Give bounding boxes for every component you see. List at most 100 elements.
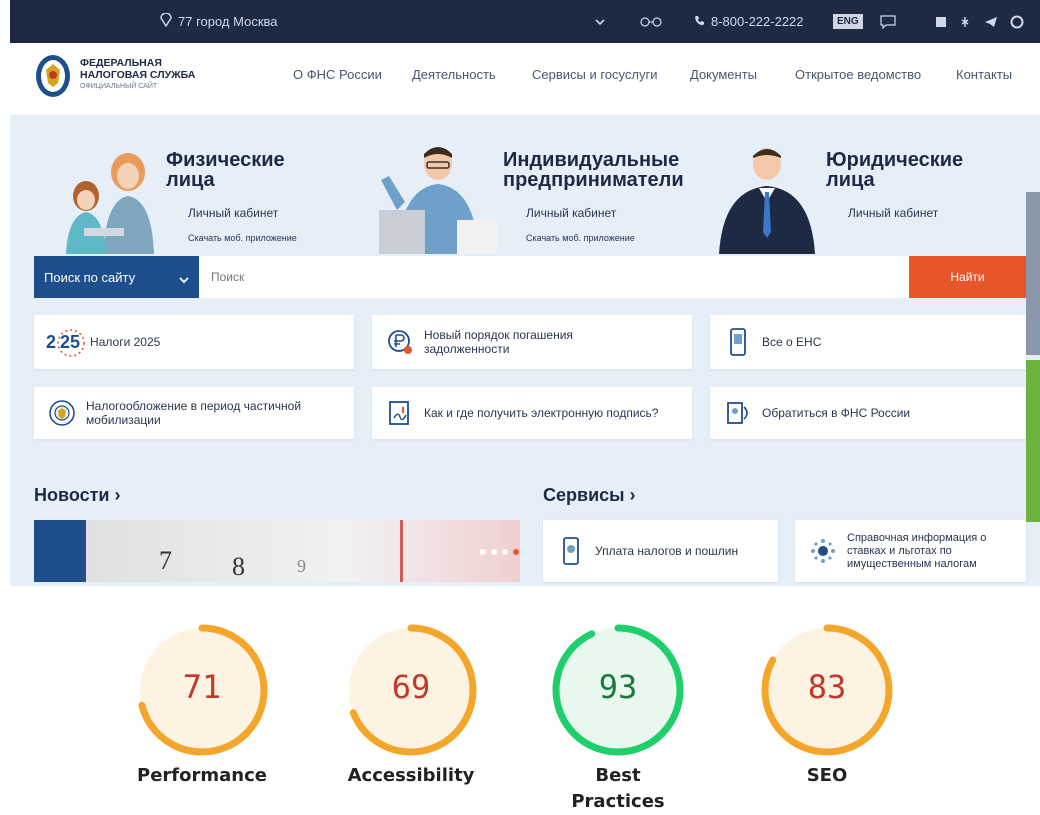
individuals-title-line2: лица	[166, 169, 215, 191]
service-tax-payment[interactable]: Уплата налогов и пошлин	[543, 520, 778, 582]
calendar-red-line	[400, 520, 403, 582]
phone-document-icon	[724, 328, 752, 356]
news-image[interactable]: 7 8 9	[34, 520, 520, 582]
carousel-dot-active[interactable]	[513, 549, 519, 555]
phone-link[interactable]: 8-800-222-2222	[694, 0, 804, 43]
phone-payment-icon	[557, 537, 585, 565]
chevron-down-icon	[179, 272, 189, 287]
region-label: 77 город Москва	[178, 14, 278, 29]
card-taxes-2025-label: Налоги 2025	[90, 335, 161, 349]
calendar-number-9: 9	[297, 556, 306, 576]
contact-request-icon	[724, 399, 752, 427]
taxes-2025-badge-icon: 2 25	[46, 328, 85, 357]
card-debt-repayment-label: Новый порядок погашения задолженности	[424, 328, 573, 356]
language-switch[interactable]: ENG	[833, 0, 863, 43]
calendar-number-8: 8	[232, 552, 245, 581]
businessman-illustration-icon	[715, 142, 819, 258]
nav-services[interactable]: Сервисы и госуслуги	[532, 67, 657, 82]
telegram-icon[interactable]	[984, 0, 998, 43]
card-contact-fns[interactable]: Обратиться в ФНС России	[710, 387, 1026, 439]
services-title-text: Сервисы	[543, 485, 625, 505]
site-header: ФЕДЕРАЛЬНАЯ НАЛОГОВАЯ СЛУЖБА ОФИЦИАЛЬНЫЙ…	[10, 43, 1040, 116]
nav-documents[interactable]: Документы	[690, 67, 757, 82]
carousel-dot[interactable]	[491, 549, 497, 555]
nav-about[interactable]: О ФНС России	[293, 67, 382, 82]
services-title[interactable]: Сервисы ›	[543, 485, 636, 506]
card-e-signature-label: Как и где получить электронную подпись?	[424, 406, 659, 420]
dots-info-icon	[809, 537, 837, 565]
nav-open-department[interactable]: Открытое ведомство	[795, 67, 921, 82]
card-mobilization[interactable]: Налогообложение в период частичной мобил…	[34, 387, 354, 439]
card-e-signature[interactable]: Как и где получить электронную подпись?	[372, 387, 692, 439]
entrepreneurs-cabinet-link[interactable]: Личный кабинет	[526, 206, 616, 220]
service-tax-payment-label: Уплата налогов и пошлин	[595, 544, 739, 558]
social-vk-icon[interactable]	[960, 0, 970, 43]
card-taxes-2025[interactable]: 2 25 Налоги 2025	[34, 315, 354, 369]
score-label: Accessibility	[347, 765, 475, 786]
chat-icon[interactable]	[880, 0, 896, 43]
logo-subtitle: ОФИЦИАЛЬНЫЙ САЙТ	[80, 83, 158, 90]
score-value: 71	[182, 668, 222, 706]
score-label: Performance	[137, 765, 267, 786]
signature-document-icon	[386, 399, 414, 427]
score-label: Best Practices	[571, 765, 665, 812]
account-icon[interactable]	[1010, 0, 1024, 43]
individuals-app-link[interactable]: Скачать моб. приложение	[188, 233, 297, 243]
taxes-2025-badge-left: 2	[46, 331, 57, 352]
search-input[interactable]	[199, 256, 909, 298]
accessibility-glasses-icon[interactable]	[640, 0, 662, 43]
chevron-right-icon: ›	[624, 485, 636, 505]
phone-number: 8-800-222-2222	[711, 14, 804, 29]
search-button[interactable]: Найти	[909, 256, 1026, 298]
card-ens[interactable]: Все о ЕНС	[710, 315, 1026, 369]
region-dropdown-chevron-icon[interactable]	[595, 0, 605, 43]
phone-icon	[694, 14, 705, 29]
score-value: 69	[391, 668, 431, 706]
news-image-accent	[34, 520, 86, 582]
carousel-dot[interactable]	[502, 549, 508, 555]
service-property-tax-info-label: Справочная информация о ставках и льгота…	[847, 531, 987, 570]
side-tab-contact[interactable]	[1026, 360, 1040, 522]
news-title-text: Новости	[34, 485, 110, 505]
card-contact-fns-label: Обратиться в ФНС России	[762, 406, 911, 420]
score-label: SEO	[806, 765, 848, 786]
legal-entities-title-line2: лица	[826, 169, 875, 191]
social-ok-icon[interactable]	[935, 0, 947, 43]
emblem-icon	[48, 399, 76, 427]
carousel-dot[interactable]	[480, 549, 486, 555]
news-title[interactable]: Новости ›	[34, 485, 120, 506]
search-scope-select[interactable]: Поиск по сайту	[34, 256, 199, 298]
individuals-title[interactable]: Физические лица	[166, 150, 285, 190]
legal-entities-cabinet-link[interactable]: Личный кабинет	[848, 206, 938, 220]
family-illustration-icon	[58, 150, 158, 258]
logo-text[interactable]: ФЕДЕРАЛЬНАЯ НАЛОГОВАЯ СЛУЖБА ОФИЦИАЛЬНЫЙ…	[80, 57, 195, 93]
calendar-number-7: 7	[159, 546, 172, 575]
legal-entities-title-line1: Юридические	[826, 149, 964, 171]
ruble-document-icon	[386, 328, 414, 356]
entrepreneurs-title-line2: предприниматели	[503, 169, 684, 191]
entrepreneurs-title[interactable]: Индивидуальные предприниматели	[503, 150, 684, 190]
score-value: 83	[807, 668, 847, 706]
entrepreneur-illustration-icon	[375, 140, 500, 258]
fns-emblem-icon[interactable]	[34, 53, 72, 99]
logo-line-1: ФЕДЕРАЛЬНАЯ	[80, 57, 162, 69]
nav-contacts[interactable]: Контакты	[956, 67, 1012, 82]
nav-activity[interactable]: Деятельность	[412, 67, 496, 82]
lighthouse-scores: 71 Performance 69 Accessibility 93 Best Pract…	[0, 590, 1040, 814]
individuals-title-line1: Физические	[166, 149, 285, 171]
score-value: 93	[598, 668, 638, 706]
location-pin-icon	[160, 12, 172, 30]
side-tab-feedback[interactable]	[1026, 192, 1040, 355]
entrepreneurs-title-line1: Индивидуальные	[503, 149, 680, 171]
entrepreneurs-app-link[interactable]: Скачать моб. приложение	[526, 233, 635, 243]
carousel-dots[interactable]	[480, 549, 520, 555]
card-ens-label: Все о ЕНС	[762, 335, 822, 349]
language-label: ENG	[833, 14, 863, 29]
region-selector[interactable]: 77 город Москва	[160, 0, 278, 43]
search-scope-label: Поиск по сайту	[44, 269, 136, 285]
logo-line-2: НАЛОГОВАЯ СЛУЖБА	[80, 69, 196, 81]
legal-entities-title[interactable]: Юридические лица	[826, 150, 963, 190]
card-debt-repayment[interactable]: Новый порядок погашения задолженности	[372, 315, 692, 369]
individuals-cabinet-link[interactable]: Личный кабинет	[188, 206, 278, 220]
service-property-tax-info[interactable]: Справочная информация о ставках и льгота…	[795, 520, 1026, 582]
